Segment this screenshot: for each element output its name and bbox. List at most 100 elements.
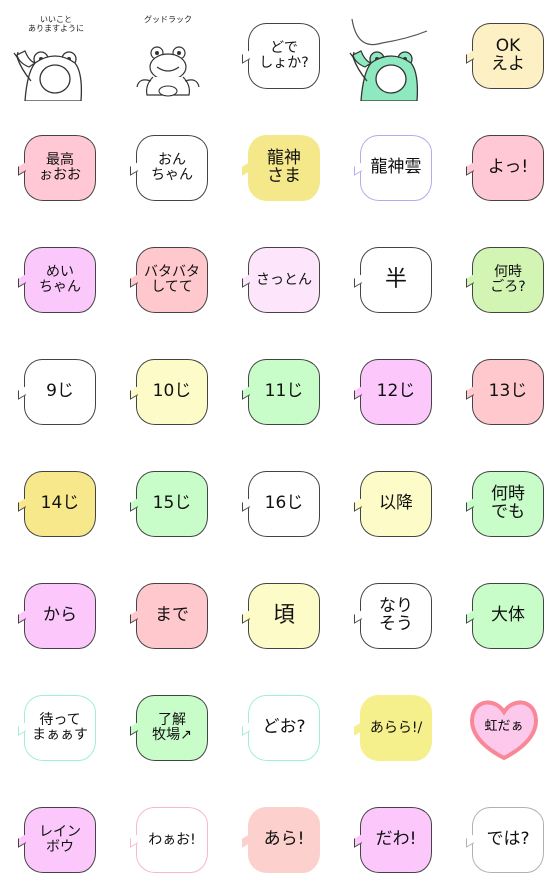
speech-bubble: おん ちゃん (136, 135, 208, 201)
speech-bubble: 15じ (136, 471, 208, 537)
sticker-text: してて (151, 279, 193, 295)
sticker-text: 最高 (46, 152, 74, 169)
speech-bubble: 何時 でも (472, 471, 544, 537)
sticker-cell[interactable]: なり そう (336, 560, 448, 672)
frog-sticker: グッドラック (123, 11, 213, 101)
speech-bubble: 13じ (472, 359, 544, 425)
frog-illustration (136, 46, 200, 97)
sticker-text: 頃 (272, 603, 295, 629)
sticker-text: よっ! (487, 157, 529, 178)
sticker-text: 13じ (488, 381, 528, 402)
speech-bubble: 14じ (24, 471, 96, 537)
speech-bubble: 何時 ごろ? (472, 247, 544, 313)
speech-bubble: 9じ (24, 359, 96, 425)
caption-line: いいこと (40, 15, 72, 24)
sticker-cell[interactable]: 待って まぁぁす (0, 672, 112, 784)
sticker-text: しょか? (259, 55, 309, 71)
sticker-cell[interactable]: まで (112, 560, 224, 672)
sticker-cell[interactable]: どで しょか? (224, 0, 336, 112)
sticker-cell[interactable]: 11じ (224, 336, 336, 448)
speech-bubble: 龍神雲 (360, 135, 432, 201)
sticker-cell[interactable]: では? (448, 784, 560, 896)
sticker-text: 大体 (491, 605, 525, 626)
speech-bubble: 了解 牧場↗ (136, 695, 208, 761)
speech-bubble: 半 (360, 247, 432, 313)
sticker-cell[interactable]: 最高 ぉおお (0, 112, 112, 224)
sticker-cell[interactable]: よっ! (448, 112, 560, 224)
sticker-cell[interactable]: 以降 (336, 448, 448, 560)
sticker-cell[interactable]: さっとん (224, 224, 336, 336)
sticker-text: レイン (39, 824, 81, 841)
sticker-text: 以降 (379, 493, 413, 514)
sticker-cell[interactable]: から (0, 560, 112, 672)
speech-bubble: なり そう (360, 583, 432, 649)
sticker-cell[interactable]: めい ちゃん (0, 224, 112, 336)
sticker-text: 虹だぁ (484, 719, 524, 735)
sticker-cell[interactable]: 13じ (448, 336, 560, 448)
sticker-text: 何時 (494, 264, 522, 281)
sticker-cell[interactable]: 12じ (336, 336, 448, 448)
sticker-cell[interactable]: 龍神 さま (224, 112, 336, 224)
heart-sticker: 虹だぁ (467, 694, 541, 762)
sticker-cell[interactable]: 15じ (112, 448, 224, 560)
sticker-text: バタバタ (144, 264, 200, 281)
sticker-text: さま (267, 166, 301, 186)
sticker-text: えよ (491, 54, 525, 74)
sticker-cell[interactable] (336, 0, 448, 112)
sticker-text: わぁお! (148, 831, 196, 848)
speech-bubble: 頃 (248, 583, 320, 649)
sticker-text: あら! (263, 829, 305, 850)
sticker-cell[interactable]: 何時 ごろ? (448, 224, 560, 336)
sticker-cell[interactable]: 虹だぁ (448, 672, 560, 784)
speech-bubble: 龍神 さま (248, 135, 320, 201)
sticker-text: だわ! (375, 829, 417, 850)
speech-bubble: あらら!/ (360, 695, 432, 761)
sticker-cell[interactable]: グッドラック (112, 0, 224, 112)
sticker-cell[interactable]: 龍神雲 (336, 112, 448, 224)
sticker-cell[interactable]: 大体 (448, 560, 560, 672)
sticker-text: どお? (262, 717, 306, 738)
speech-bubble: レイン ボウ (24, 807, 96, 873)
sticker-text: 9じ (46, 381, 74, 402)
sticker-cell[interactable]: 14じ (0, 448, 112, 560)
sticker-text: ちゃん (39, 279, 81, 295)
sticker-text: まぁぁす (32, 727, 88, 743)
speech-bubble: めい ちゃん (24, 247, 96, 313)
sticker-cell[interactable]: だわ! (336, 784, 448, 896)
sticker-text: どで (270, 40, 298, 57)
sticker-text: でも (491, 502, 525, 522)
sticker-cell[interactable]: OK えよ (448, 0, 560, 112)
sticker-cell[interactable]: 半 (336, 224, 448, 336)
sticker-cell[interactable]: レイン ボウ (0, 784, 112, 896)
sticker-cell[interactable]: おん ちゃん (112, 112, 224, 224)
frog-caption: グッドラック (123, 15, 213, 24)
sticker-text: ボウ (46, 839, 74, 855)
caption-line: グッドラック (144, 15, 192, 24)
speech-bubble: 11じ (248, 359, 320, 425)
sticker-cell[interactable]: 16じ (224, 448, 336, 560)
speech-bubble: まで (136, 583, 208, 649)
speech-bubble: 最高 ぉおお (24, 135, 96, 201)
sticker-cell[interactable]: 10じ (112, 336, 224, 448)
sticker-cell[interactable]: あらら!/ (336, 672, 448, 784)
sticker-text: おん (158, 152, 186, 169)
sticker-cell[interactable]: 了解 牧場↗ (112, 672, 224, 784)
sticker-text: さっとん (256, 271, 312, 288)
sticker-cell[interactable]: 頃 (224, 560, 336, 672)
sticker-text: から (43, 605, 77, 626)
sticker-cell[interactable]: あら! (224, 784, 336, 896)
sticker-cell[interactable]: 9じ (0, 336, 112, 448)
speech-bubble: どで しょか? (248, 23, 320, 89)
sticker-cell[interactable]: わぁお! (112, 784, 224, 896)
speech-bubble: わぁお! (136, 807, 208, 873)
sticker-cell[interactable]: いいこと ありますように (0, 0, 112, 112)
sticker-text: 半 (384, 267, 407, 293)
sticker-text: あらら!/ (369, 719, 423, 736)
sticker-text: 16じ (264, 493, 304, 514)
frog-caption: いいこと ありますように (11, 15, 101, 33)
sticker-text: めい (46, 264, 74, 281)
speech-bubble: 16じ (248, 471, 320, 537)
sticker-cell[interactable]: 何時 でも (448, 448, 560, 560)
sticker-cell[interactable]: どお? (224, 672, 336, 784)
sticker-cell[interactable]: バタバタ してて (112, 224, 224, 336)
